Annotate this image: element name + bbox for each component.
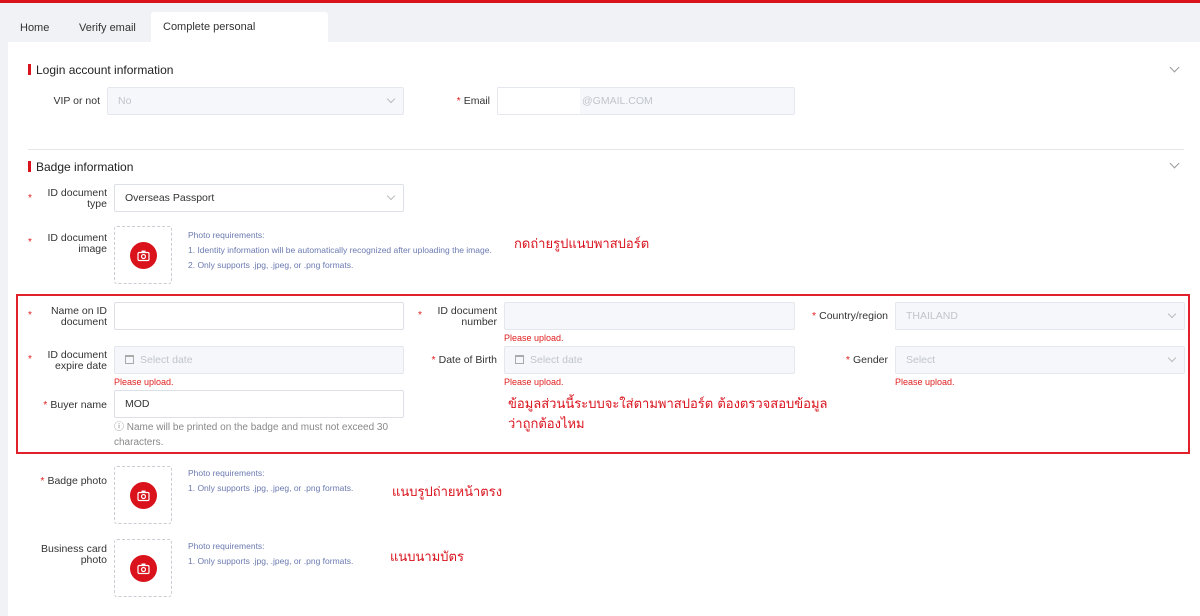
email-label: * Email bbox=[456, 95, 490, 107]
tab-complete-personal-information[interactable]: Complete personal information× bbox=[151, 12, 328, 63]
name-on-id-label: Name on ID document bbox=[50, 305, 107, 328]
expire-date-error: Please upload. bbox=[114, 377, 174, 387]
vip-select-value: No bbox=[118, 95, 132, 107]
section-marker bbox=[28, 161, 31, 172]
tab-bar: Home Verify email Complete personal info… bbox=[0, 3, 1200, 63]
expire-date-label: ID document expire date bbox=[47, 349, 107, 372]
badge-photo-req-1: 1. Only supports .jpg, .jpeg, or .png fo… bbox=[188, 483, 354, 493]
badge-photo-label: * Badge photo bbox=[40, 475, 107, 487]
id-type-label: ID document type bbox=[47, 187, 107, 210]
badge-photo-req-title: Photo requirements: bbox=[188, 468, 265, 478]
id-image-req-title: Photo requirements: bbox=[188, 230, 265, 240]
dob-placeholder: Select date bbox=[530, 354, 583, 366]
buyer-name-label: * Buyer name bbox=[43, 399, 107, 411]
vip-select[interactable]: No bbox=[107, 87, 404, 115]
badge-photo-requirements: Photo requirements: 1. Only supports .jp… bbox=[188, 466, 353, 496]
id-number-input[interactable] bbox=[504, 302, 795, 330]
badge-photo-label-text: Badge photo bbox=[47, 475, 107, 487]
dob-picker[interactable]: Select date bbox=[504, 346, 795, 374]
gender-label: * Gender bbox=[845, 354, 888, 366]
expire-date-placeholder: Select date bbox=[140, 354, 193, 366]
gender-placeholder: Select bbox=[906, 354, 936, 366]
chevron-down-icon bbox=[386, 191, 396, 201]
required-mark: * bbox=[28, 354, 32, 365]
id-type-select[interactable]: Overseas Passport bbox=[114, 184, 404, 212]
card-photo-upload[interactable] bbox=[114, 539, 172, 597]
required-mark: * bbox=[28, 237, 32, 248]
section-divider bbox=[28, 149, 1184, 150]
id-image-requirements: Photo requirements: 1. Identity informat… bbox=[188, 228, 492, 273]
vip-label: VIP or not bbox=[53, 95, 100, 107]
id-number-label: ID document number bbox=[437, 305, 497, 328]
chevron-down-icon bbox=[1167, 309, 1177, 319]
auto-fill-note-line-1: ข้อมูลส่วนนี้ระบบจะใส่ตามพาสปอร์ต ต้องตร… bbox=[508, 397, 828, 412]
buyer-name-input[interactable]: MOD bbox=[114, 390, 404, 418]
id-image-req-2: 2. Only supports .jpg, .jpeg, or .png fo… bbox=[188, 260, 354, 270]
required-mark: * bbox=[28, 310, 32, 321]
country-label: * Country/region bbox=[812, 310, 888, 322]
tab-verify-email-label: Verify email bbox=[79, 22, 136, 34]
badge-section-title-text: Badge information bbox=[36, 160, 134, 174]
country-select-value: THAILAND bbox=[906, 310, 958, 322]
required-mark: * bbox=[28, 193, 32, 204]
id-number-error: Please upload. bbox=[504, 333, 564, 343]
card-photo-requirements: Photo requirements: 1. Only supports .jp… bbox=[188, 539, 353, 569]
country-select[interactable]: THAILAND bbox=[895, 302, 1185, 330]
id-type-select-value: Overseas Passport bbox=[125, 192, 215, 204]
card-photo-label: Business card photo bbox=[41, 543, 107, 566]
name-on-id-input[interactable] bbox=[114, 302, 404, 330]
id-image-req-1: 1. Identity information will be automati… bbox=[188, 245, 492, 255]
buyer-name-value: MOD bbox=[125, 398, 150, 410]
dob-error: Please upload. bbox=[504, 377, 564, 387]
gender-error: Please upload. bbox=[895, 377, 955, 387]
tab-home[interactable]: Home bbox=[8, 14, 61, 42]
email-label-text: Email bbox=[463, 95, 490, 107]
camera-icon bbox=[130, 555, 157, 582]
chevron-down-icon bbox=[1167, 353, 1177, 363]
badge-photo-note: แนบรูปถ่ายหน้าตรง bbox=[392, 485, 503, 500]
section-marker bbox=[28, 64, 31, 75]
redaction-mask bbox=[498, 88, 580, 114]
dob-label-text: Date of Birth bbox=[438, 354, 497, 366]
chevron-down-icon bbox=[386, 94, 396, 104]
card-photo-note: แนบนามบัตร bbox=[390, 550, 464, 565]
buyer-name-label-text: Buyer name bbox=[50, 399, 107, 411]
gender-select[interactable]: Select bbox=[895, 346, 1185, 374]
buyer-name-hint: ⓘ Name will be printed on the badge and … bbox=[114, 422, 389, 448]
badge-section-title: Badge information bbox=[28, 160, 133, 174]
card-photo-req-1: 1. Only supports .jpg, .jpeg, or .png fo… bbox=[188, 556, 354, 566]
auto-fill-note-line-2: ว่าถูกต้องไหม bbox=[508, 417, 585, 432]
camera-icon bbox=[130, 242, 157, 269]
gender-label-text: Gender bbox=[852, 354, 888, 366]
required-mark: * bbox=[418, 310, 422, 321]
login-section-title-text: Login account information bbox=[36, 63, 174, 77]
dob-label: * Date of Birth bbox=[431, 354, 497, 366]
camera-icon bbox=[130, 482, 157, 509]
badge-photo-upload[interactable] bbox=[114, 466, 172, 524]
email-field-value: @GMAIL.COM bbox=[582, 95, 653, 107]
calendar-icon bbox=[125, 355, 134, 364]
id-image-upload[interactable] bbox=[114, 226, 172, 284]
card-photo-req-title: Photo requirements: bbox=[188, 541, 265, 551]
auto-fill-note: ข้อมูลส่วนนี้ระบบจะใส่ตามพาสปอร์ต ต้องตร… bbox=[508, 395, 827, 435]
login-section-title: Login account information bbox=[28, 63, 173, 77]
country-label-text: Country/region bbox=[819, 310, 888, 322]
tab-home-label: Home bbox=[20, 22, 50, 34]
tab-verify-email[interactable]: Verify email bbox=[67, 14, 148, 42]
passport-note: กดถ่ายรูปแนบพาสปอร์ต bbox=[514, 237, 650, 252]
calendar-icon bbox=[515, 355, 524, 364]
id-image-label: ID document image bbox=[47, 232, 107, 255]
expire-date-picker[interactable]: Select date bbox=[114, 346, 404, 374]
